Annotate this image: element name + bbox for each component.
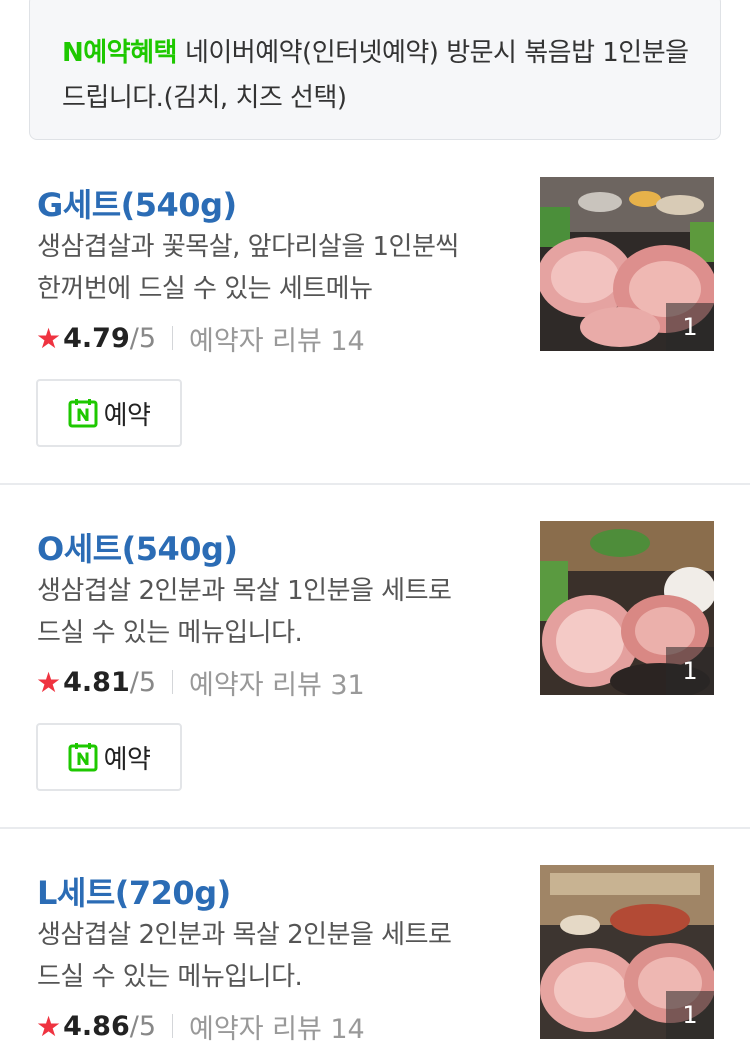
menu-description-line: 생삼겹살 2인분과 목살 1인분을 세트로 [37, 576, 452, 606]
review-count[interactable]: 예약자 리뷰 31 [189, 663, 365, 702]
menu-item-g-set[interactable]: G세트(540g) 생삼겹살과 꽃목살, 앞다리살을 1인분씩 한꺼번에 드실 … [0, 168, 750, 485]
naver-n-calendar-icon [68, 743, 98, 772]
rating-row: ★ 4.86 /5 예약자 리뷰 14 [36, 1007, 365, 1046]
menu-title[interactable]: L세트(720g) [37, 868, 231, 914]
menu-title[interactable]: O세트(540g) [37, 524, 238, 570]
menu-description: 생삼겹살 2인분과 목살 1인분을 세트로 드실 수 있는 메뉴입니다. [37, 570, 517, 654]
rating-score: 4.86 [63, 1010, 130, 1042]
menu-description: 생삼겹살 2인분과 목살 2인분을 세트로 드실 수 있는 메뉴입니다. [37, 914, 517, 998]
photo-count-badge: 1 [666, 303, 714, 351]
reserve-label: 예약 [103, 400, 151, 431]
menu-description: 생삼겹살과 꽃목살, 앞다리살을 1인분씩 한꺼번에 드실 수 있는 세트메뉴 [37, 226, 517, 310]
menu-item-l-set[interactable]: L세트(720g) 생삼겹살 2인분과 목살 2인분을 세트로 드실 수 있는 … [0, 856, 750, 1053]
photo-count-badge: 1 [666, 647, 714, 695]
benefit-tag: N예약혜택 [62, 38, 177, 68]
menu-description-line: 생삼겹살 2인분과 목살 2인분을 세트로 [37, 920, 452, 950]
rating-row: ★ 4.79 /5 예약자 리뷰 14 [36, 319, 365, 358]
divider [172, 670, 174, 694]
rating-max: /5 [129, 322, 157, 354]
menu-description-line: 드실 수 있는 메뉴입니다. [37, 962, 303, 992]
menu-item-o-set[interactable]: O세트(540g) 생삼겹살 2인분과 목살 1인분을 세트로 드실 수 있는 … [0, 512, 750, 829]
rating-max: /5 [129, 666, 157, 698]
rating-score: 4.81 [63, 666, 130, 698]
reserve-button[interactable]: 예약 [36, 723, 182, 791]
reserve-button[interactable]: 예약 [36, 379, 182, 447]
rating-score: 4.79 [63, 322, 130, 354]
naver-n-calendar-icon [68, 399, 98, 428]
menu-photo[interactable]: 1 [540, 521, 714, 695]
star-icon: ★ [36, 321, 62, 355]
rating-row: ★ 4.81 /5 예약자 리뷰 31 [36, 663, 365, 702]
divider [172, 1014, 174, 1038]
review-count[interactable]: 예약자 리뷰 14 [189, 1007, 365, 1046]
menu-description-line: 생삼겹살과 꽃목살, 앞다리살을 1인분씩 [37, 232, 459, 262]
menu-photo[interactable]: 1 [540, 177, 714, 351]
rating-max: /5 [129, 1010, 157, 1042]
menu-photo[interactable]: 1 [540, 865, 714, 1039]
benefit-banner: N예약혜택 네이버예약(인터넷예약) 방문시 볶음밥 1인분을 드립니다.(김치,… [29, 0, 721, 140]
menu-title[interactable]: G세트(540g) [37, 180, 237, 226]
menu-description-line: 한꺼번에 드실 수 있는 세트메뉴 [37, 274, 373, 304]
divider [172, 326, 174, 350]
star-icon: ★ [36, 1009, 62, 1043]
menu-description-line: 드실 수 있는 메뉴입니다. [37, 618, 303, 648]
review-count[interactable]: 예약자 리뷰 14 [189, 319, 365, 358]
reserve-label: 예약 [103, 744, 151, 775]
photo-count-badge: 1 [666, 991, 714, 1039]
star-icon: ★ [36, 665, 62, 699]
